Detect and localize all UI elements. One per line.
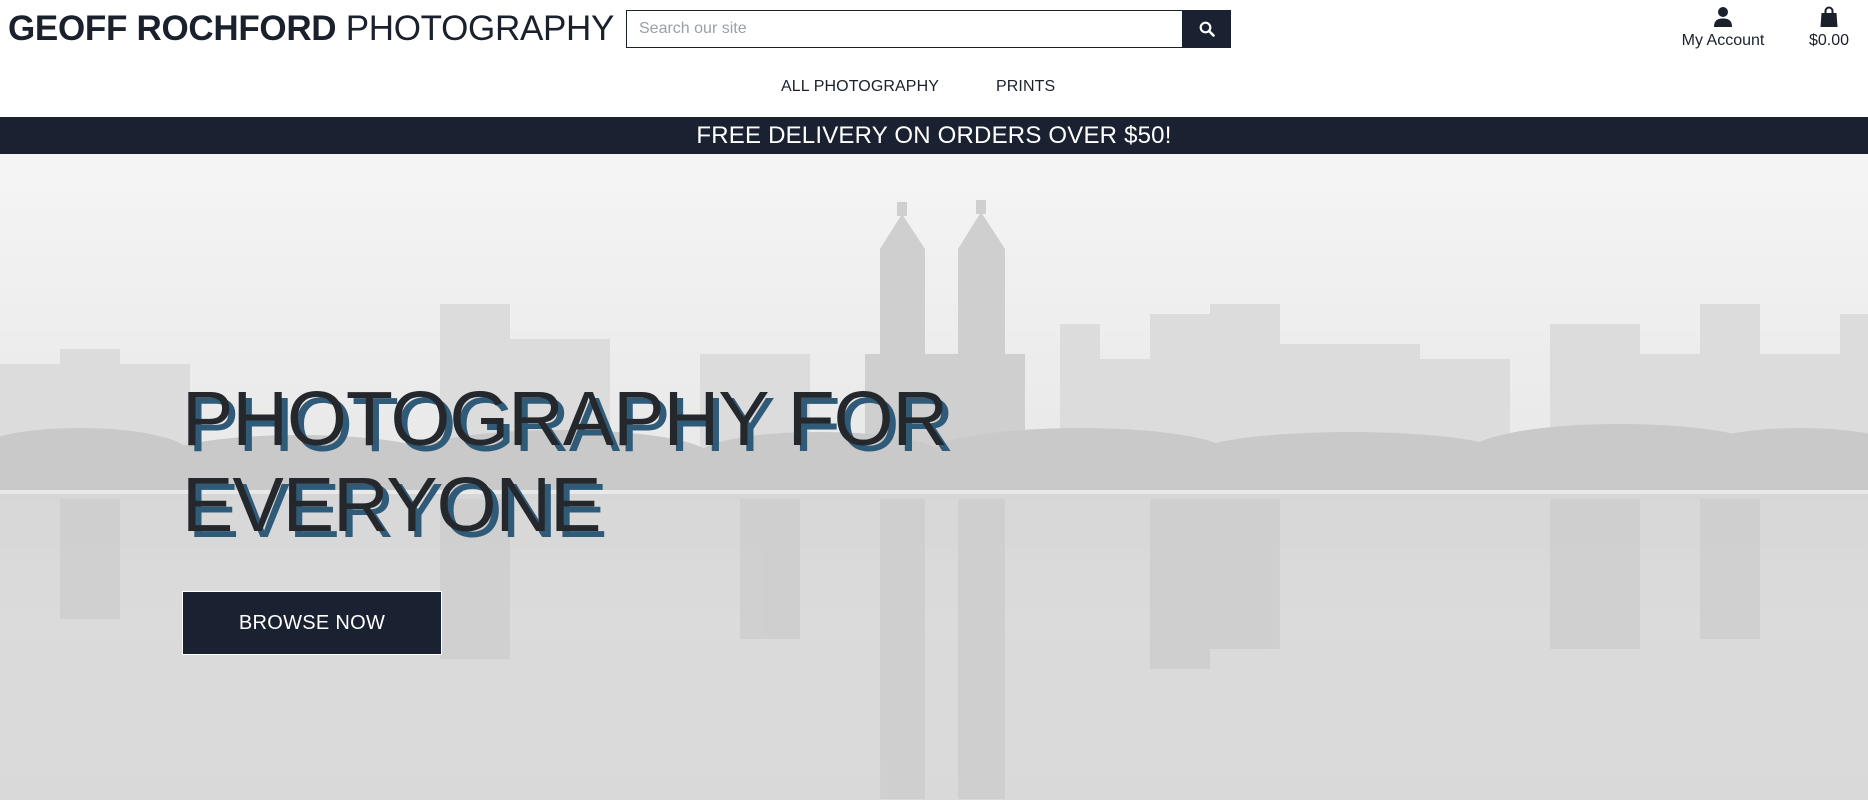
hero-headline-line-2: EVERYONE — [182, 462, 602, 548]
hero-headline: PHOTOGRAPHY FOR EVERYONE — [182, 376, 1082, 548]
brand-name-light: PHOTOGRAPHY — [345, 9, 615, 48]
shopping-bag-icon — [1820, 6, 1838, 27]
hero-section: PHOTOGRAPHY FOR EVERYONE BROWSE NOW — [0, 154, 1868, 800]
delivery-banner-text: FREE DELIVERY ON ORDERS OVER $50! — [696, 122, 1172, 149]
brand-name-bold: GEOFF ROCHFORD — [8, 9, 337, 48]
search-icon — [1199, 21, 1215, 37]
site-header: GEOFF ROCHFORD PHOTOGRAPHY My Account $0… — [0, 0, 1868, 117]
shopping-bag-link[interactable]: $0.00 — [1800, 6, 1858, 50]
nav-item-all-photography[interactable]: ALL PHOTOGRAPHY — [781, 78, 939, 96]
bag-total: $0.00 — [1808, 32, 1850, 49]
delivery-banner: FREE DELIVERY ON ORDERS OVER $50! — [0, 117, 1868, 154]
user-icon — [1714, 7, 1732, 27]
search-form — [626, 10, 1231, 48]
main-nav: ALL PHOTOGRAPHY PRINTS — [0, 78, 1868, 100]
search-button[interactable] — [1182, 10, 1231, 48]
nav-item-prints[interactable]: PRINTS — [996, 78, 1055, 96]
my-account-label: My Account — [1681, 32, 1765, 49]
browse-now-button[interactable]: BROWSE NOW — [182, 591, 442, 655]
search-input[interactable] — [626, 10, 1182, 48]
site-logo[interactable]: GEOFF ROCHFORD PHOTOGRAPHY — [8, 8, 614, 50]
my-account-link[interactable]: My Account — [1668, 6, 1778, 50]
hero-headline-line-1: PHOTOGRAPHY FOR — [182, 376, 948, 462]
